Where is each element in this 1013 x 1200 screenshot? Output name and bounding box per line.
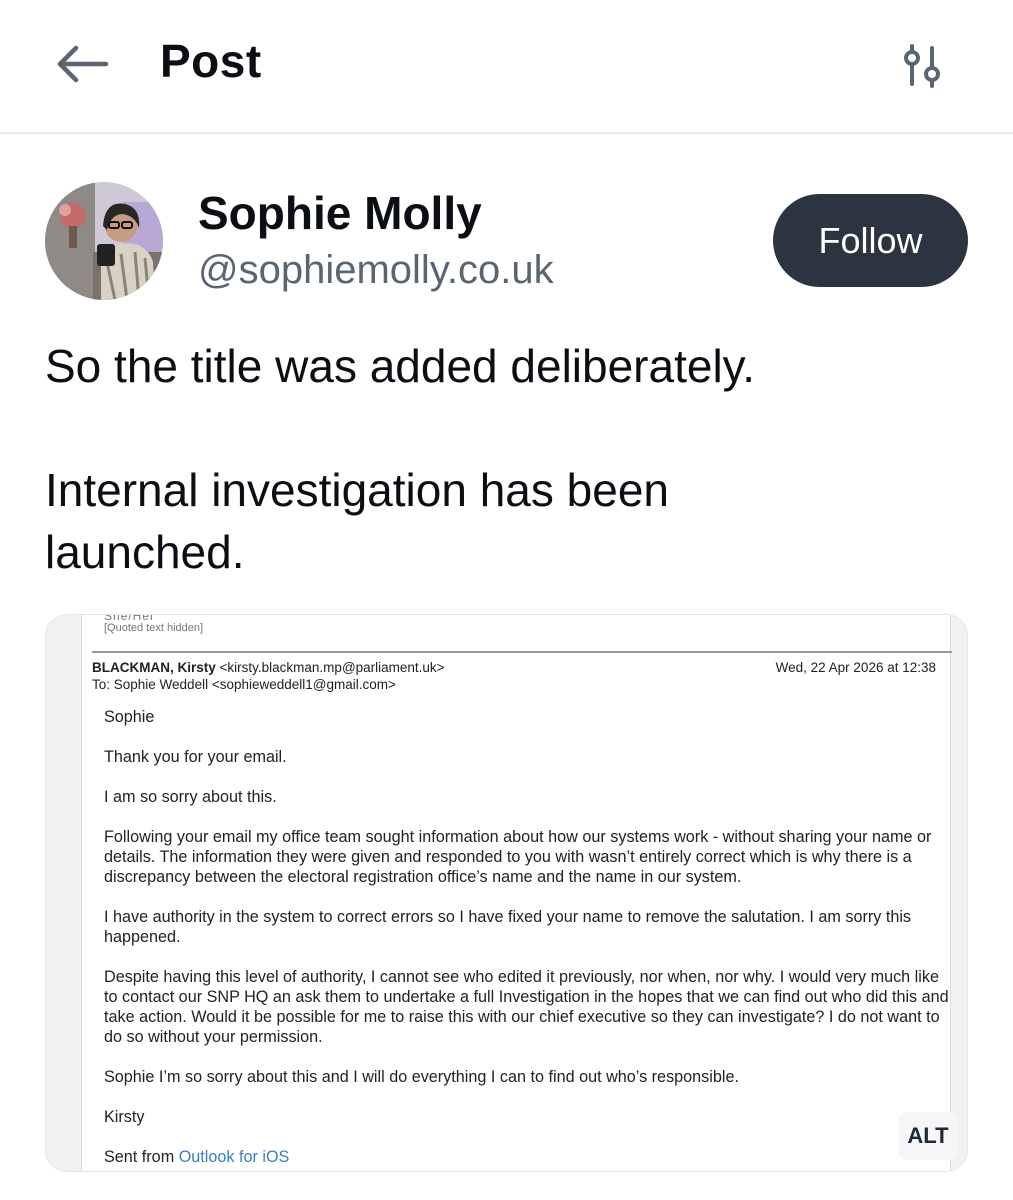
email-paragraph: Sophie <box>104 708 155 726</box>
page-title: Post <box>160 35 262 87</box>
sent-from-prefix: Sent from <box>104 1148 175 1166</box>
alt-text-button[interactable]: ALT <box>899 1112 957 1160</box>
follow-button[interactable]: Follow <box>773 194 968 287</box>
avatar-photo <box>45 182 163 300</box>
email-from-address: <kirsty.blackman.mp@parliament.uk> <box>219 660 445 675</box>
email-separator <box>92 651 952 653</box>
avatar[interactable] <box>45 182 163 300</box>
email-to: To: Sophie Weddell <sophieweddell1@gmail… <box>92 677 396 692</box>
post-text-line-2: Internal investigation has been <box>45 464 669 516</box>
post-text-line-3: launched. <box>45 526 245 578</box>
email-screenshot: She/Her [Quoted text hidden] BLACKMAN, K… <box>81 615 952 1171</box>
author-handle[interactable]: @sophiemolly.co.uk <box>198 248 554 293</box>
outlook-link: Outlook for iOS <box>178 1148 290 1166</box>
email-paragraph: Following your email my office team soug… <box>104 828 932 886</box>
email-paragraph: Despite having this level of authority, … <box>104 968 949 1046</box>
email-from-name: BLACKMAN, Kirsty <box>92 660 216 675</box>
email-paragraph: I am so sorry about this. <box>104 788 277 806</box>
email-from: BLACKMAN, Kirsty <kirsty.blackman.mp@par… <box>92 660 445 675</box>
email-paragraph: Kirsty <box>104 1108 145 1126</box>
thread-options-button[interactable] <box>890 34 954 98</box>
email-paragraph: Thank you for your email. <box>104 748 287 766</box>
arrow-left-icon <box>57 45 109 83</box>
top-bar: Post <box>0 0 1013 134</box>
back-button[interactable] <box>50 38 114 90</box>
post-text-line-1: So the title was added deliberately. <box>45 340 756 392</box>
email-paragraph: Sophie I’m so sorry about this and I wil… <box>104 1068 739 1086</box>
quoted-text-hidden: [Quoted text hidden] <box>104 622 204 634</box>
email-date: Wed, 22 Apr 2026 at 12:38 <box>775 660 936 675</box>
email-paragraph: I have authority in the system to correc… <box>104 908 912 946</box>
email-sent-from: Sent from Outlook for iOS <box>104 1147 949 1167</box>
post-image[interactable]: She/Her [Quoted text hidden] BLACKMAN, K… <box>45 614 968 1172</box>
author-name[interactable]: Sophie Molly <box>198 186 482 240</box>
sliders-icon <box>904 44 940 88</box>
